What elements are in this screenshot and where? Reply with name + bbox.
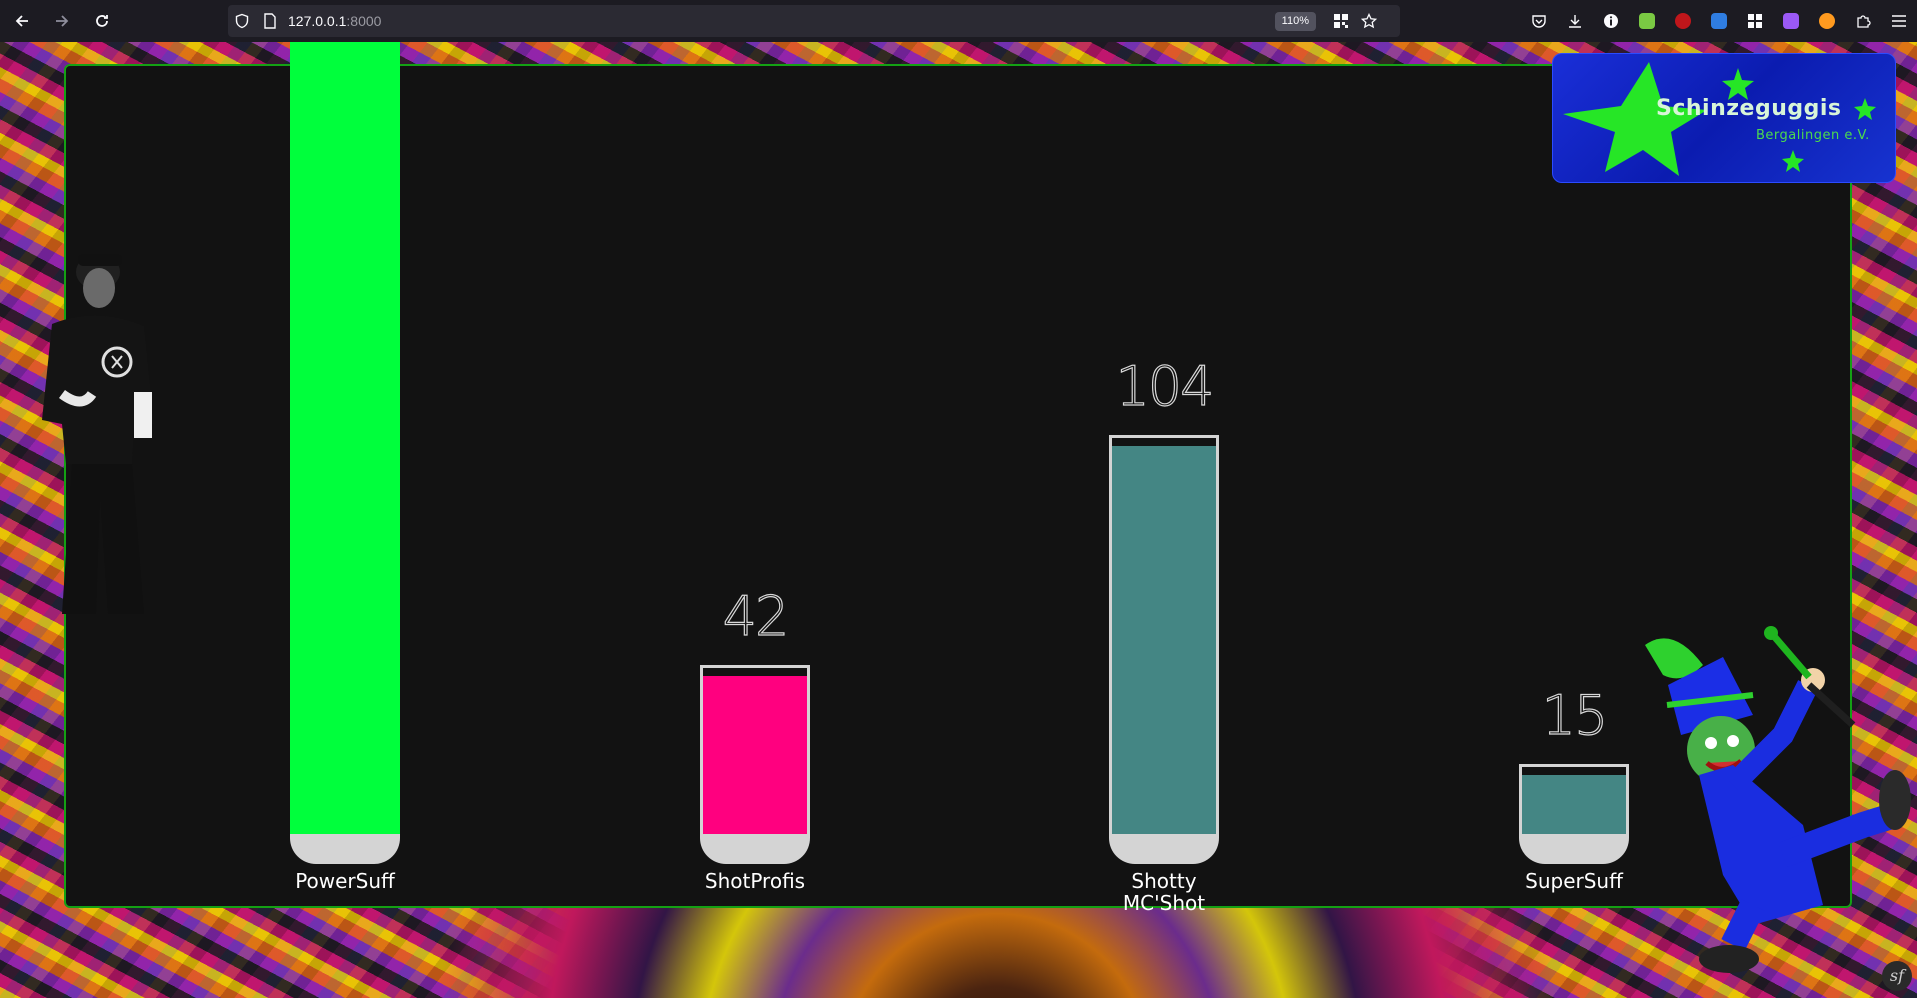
forward-arrow-icon[interactable] [44,3,80,39]
guggis-mascot-image [1645,626,1911,973]
club-logo: Schinzeguggis Bergalingen e.V. [1552,53,1896,183]
pocket-icon[interactable] [1521,3,1557,39]
extension-purple-icon[interactable] [1773,3,1809,39]
info-icon[interactable] [1593,3,1629,39]
extension-grid-icon[interactable] [1737,3,1773,39]
bar-value-label: 15 [1541,683,1609,747]
symfony-toolbar-icon[interactable]: sf [1882,961,1912,991]
bar-tube [700,665,810,834]
logo-title: Schinzeguggis [1656,96,1842,121]
hamburger-menu-icon[interactable] [1881,3,1917,39]
browser-toolbar: 127.0.0.1:8000 110% [0,0,1917,43]
dancing-man-image [42,254,154,614]
bar-tube [1109,435,1219,834]
qr-code-icon[interactable] [1330,10,1352,32]
extension-toolbar [1521,0,1917,42]
extension-green-icon[interactable] [1629,3,1665,39]
page-viewport: PowerSuff 42 ShotProfis 104 Shotty MC'Sh… [0,42,1917,998]
bar-category-label: PowerSuff [295,869,395,893]
extension-blue-icon[interactable] [1701,3,1737,39]
url-bar[interactable]: 127.0.0.1:8000 110% [228,5,1400,37]
reload-icon[interactable] [84,3,120,39]
bar-tube [1519,764,1629,834]
bookmark-star-icon[interactable] [1358,10,1380,32]
shield-icon[interactable] [228,5,256,37]
bar-category-label: Shotty MC'Shot [1122,869,1206,915]
ublock-icon[interactable] [1665,3,1701,39]
extensions-puzzle-icon[interactable] [1845,3,1881,39]
bar-tube [290,42,400,834]
page-icon[interactable] [256,5,284,37]
bar-base [700,834,810,864]
bar-fill [703,676,807,834]
bar-base [290,834,400,864]
download-icon[interactable] [1557,3,1593,39]
zoom-level-badge[interactable]: 110% [1274,12,1316,31]
bar-value-label: 104 [1115,354,1215,418]
extension-orange-icon[interactable] [1809,3,1845,39]
bar-base [1519,834,1629,864]
url-text[interactable]: 127.0.0.1:8000 [288,13,381,29]
bar-category-label: ShotProfis [704,869,806,893]
back-arrow-icon[interactable] [4,3,40,39]
bar-value-label: 42 [722,584,790,648]
bar-fill [1112,446,1216,834]
bar-fill [1522,775,1626,834]
bar-fill [290,42,400,834]
bar-base [1109,834,1219,864]
logo-subtitle: Bergalingen e.V. [1756,128,1870,143]
